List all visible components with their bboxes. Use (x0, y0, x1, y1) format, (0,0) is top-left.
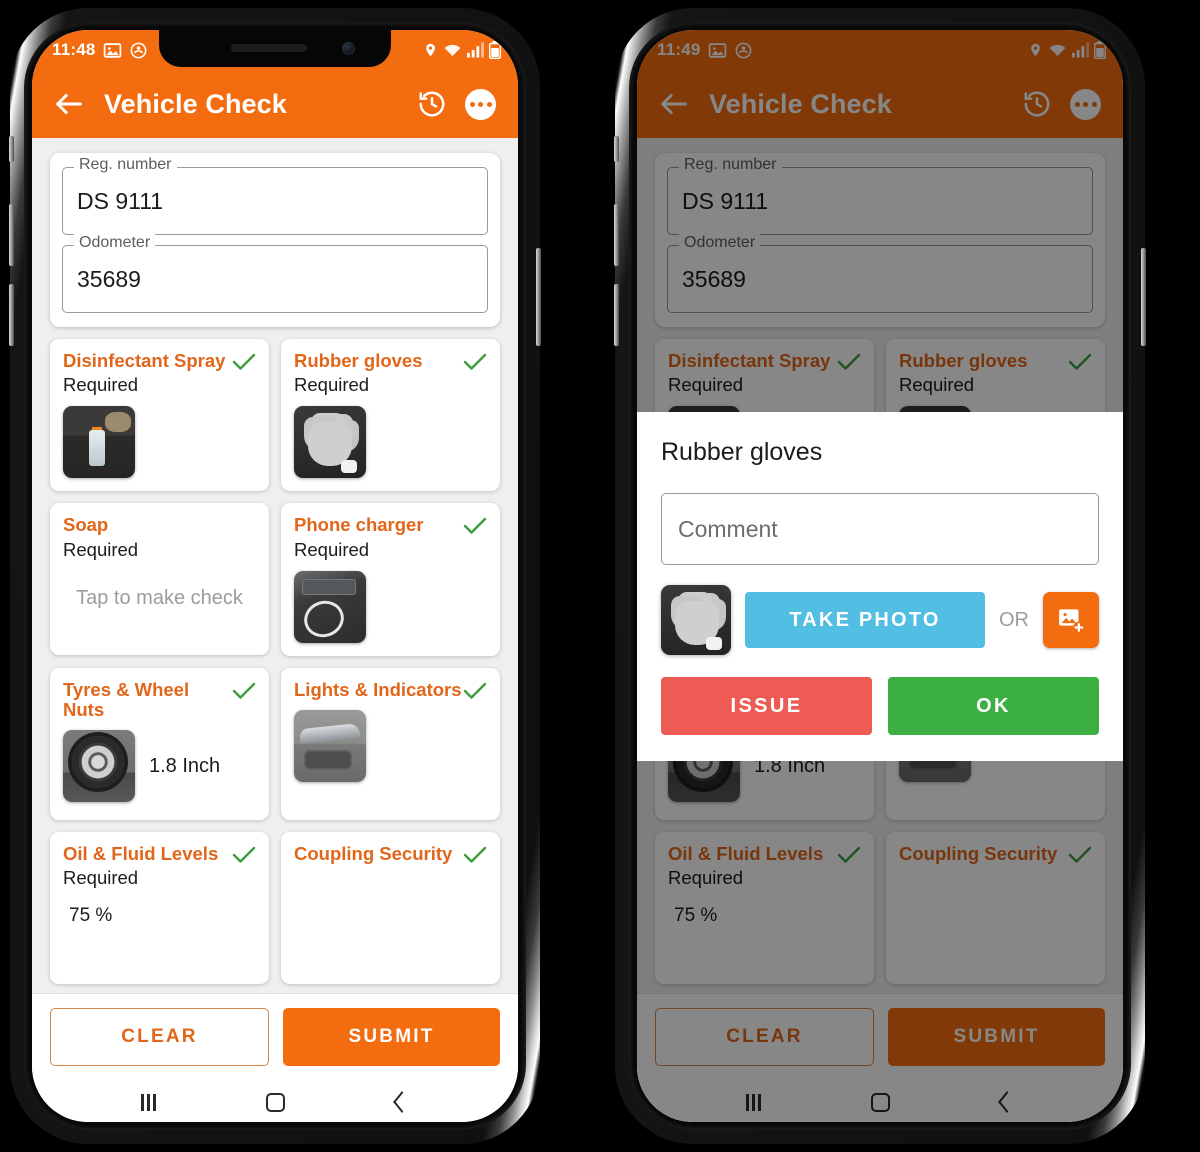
check-photo-thumbnail[interactable] (63, 730, 135, 803)
check-card-tyres-wheel-nuts[interactable]: Tyres & Wheel Nuts 1.8 Inch (50, 667, 269, 820)
issue-button[interactable]: ISSUE (661, 677, 872, 735)
check-card-phone-charger[interactable]: Phone charger Required (281, 503, 500, 656)
phone-screen: 11:48 Vehicle Check Reg. number DS 9111 … (32, 30, 518, 1122)
submit-button[interactable]: SUBMIT (283, 1008, 500, 1066)
recents-icon[interactable] (141, 1093, 156, 1111)
earpiece-speaker (230, 44, 307, 52)
reg-number-label: Reg. number (74, 156, 177, 174)
check-detail-dialog: Rubber gloves Comment TAKE PHOTO OR ISSU… (637, 412, 1123, 761)
battery-icon (489, 41, 501, 59)
check-card-coupling-security[interactable]: Coupling Security (281, 831, 500, 984)
take-photo-button[interactable]: TAKE PHOTO (745, 592, 985, 648)
checks-grid: Disinfectant Spray Required Rubber glove… (32, 327, 518, 990)
checkmark-icon (463, 353, 487, 371)
reg-number-field[interactable]: Reg. number DS 9111 (62, 156, 488, 235)
add-image-icon[interactable] (1043, 592, 1099, 648)
dialog-title: Rubber gloves (661, 438, 823, 466)
volume-up-button[interactable] (9, 204, 14, 266)
check-subtitle: Required (294, 374, 370, 396)
check-subtitle: Required (63, 538, 139, 560)
check-subtitle: Required (63, 374, 139, 396)
power-button[interactable] (1141, 248, 1146, 346)
checkmark-icon (232, 682, 256, 700)
checkmark-icon (463, 517, 487, 535)
odometer-field[interactable]: Odometer 35689 (62, 234, 488, 313)
mute-switch[interactable] (9, 136, 14, 162)
volume-down-button[interactable] (614, 284, 619, 346)
check-card-lights-indicators[interactable]: Lights & Indicators (281, 667, 500, 820)
mute-switch[interactable] (614, 136, 619, 162)
dialog-photo-thumbnail[interactable] (661, 585, 731, 655)
power-button[interactable] (536, 248, 541, 346)
volume-down-button[interactable] (9, 284, 14, 346)
check-photo-thumbnail[interactable] (294, 406, 366, 479)
check-card-disinfectant-spray[interactable]: Disinfectant Spray Required (50, 339, 269, 492)
app-notification-icon (129, 41, 148, 60)
front-camera (342, 42, 355, 55)
signal-bars-icon (467, 42, 484, 58)
check-title: Tyres & Wheel Nuts (63, 678, 190, 721)
check-photo-thumbnail[interactable] (294, 570, 366, 643)
vehicle-fields-card: Reg. number DS 9111 Odometer 35689 (50, 153, 500, 327)
checkmark-icon (463, 846, 487, 864)
back-arrow-icon[interactable] (52, 87, 86, 121)
location-pin-icon (423, 41, 438, 59)
clear-button[interactable]: CLEAR (50, 1008, 269, 1066)
odometer-label: Odometer (74, 234, 156, 252)
check-title: Soap (63, 514, 109, 536)
check-subtitle: Required (63, 867, 139, 889)
check-photo-thumbnail[interactable] (63, 406, 135, 479)
check-title: Oil & Fluid Levels (63, 842, 219, 864)
phone-primary: 11:48 Vehicle Check Reg. number DS 9111 … (9, 8, 541, 1144)
volume-up-button[interactable] (614, 204, 619, 266)
check-photo-thumbnail[interactable] (294, 710, 366, 783)
or-label: OR (999, 608, 1029, 631)
check-hint: Tap to make check (76, 586, 243, 609)
checkmark-icon (232, 353, 256, 371)
check-title: Coupling Security (294, 842, 453, 864)
image-icon (103, 41, 122, 60)
more-vertical-icon[interactable] (465, 88, 496, 120)
check-card-soap[interactable]: Soap Required Tap to make check (50, 503, 269, 656)
odometer-value[interactable]: 35689 (62, 245, 488, 313)
check-value: 1.8 Inch (149, 754, 221, 777)
status-time: 11:48 (52, 40, 96, 59)
check-title: Phone charger (294, 514, 424, 536)
checkmark-icon (232, 846, 256, 864)
check-card-rubber-gloves[interactable]: Rubber gloves Required (281, 339, 500, 492)
checks-scroll-area[interactable]: Reg. number DS 9111 Odometer 35689 Disin… (32, 138, 518, 994)
check-value: 75 % (69, 905, 113, 927)
page-content: Reg. number DS 9111 Odometer 35689 Disin… (32, 138, 518, 1122)
back-icon[interactable] (393, 1091, 411, 1113)
page-title: Vehicle Check (104, 88, 287, 119)
comment-input[interactable]: Comment (661, 493, 1099, 565)
display-notch (159, 30, 391, 67)
screenshot-stage: 11:48 Vehicle Check Reg. number DS 9111 … (0, 0, 1200, 1152)
check-title: Disinfectant Spray (63, 350, 226, 371)
home-icon[interactable] (265, 1092, 285, 1112)
check-card-oil-fluid-levels[interactable]: Oil & Fluid Levels Required 75 % (50, 831, 269, 984)
check-subtitle: Required (294, 538, 370, 560)
ok-button[interactable]: OK (888, 677, 1099, 735)
wifi-icon (443, 42, 462, 58)
history-icon[interactable] (417, 89, 447, 119)
checkmark-icon (463, 682, 487, 700)
reg-number-value[interactable]: DS 9111 (62, 167, 488, 235)
phone-dialog: 11:49 Vehicle Check Reg. number DS 9111 … (614, 8, 1146, 1144)
phone-screen: 11:49 Vehicle Check Reg. number DS 9111 … (637, 30, 1123, 1122)
check-title: Lights & Indicators (294, 678, 462, 700)
check-title: Rubber gloves (294, 350, 423, 371)
android-nav-bar (32, 1082, 518, 1122)
action-bar: CLEAR SUBMIT (32, 994, 518, 1082)
